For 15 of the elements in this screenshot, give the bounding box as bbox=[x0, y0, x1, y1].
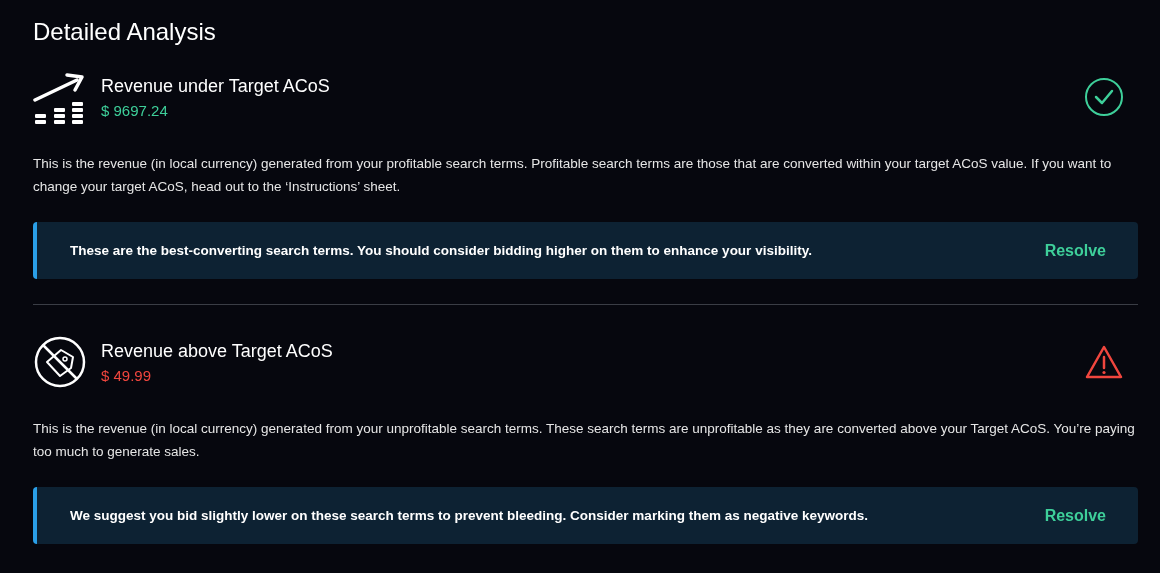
resolve-button[interactable]: Resolve bbox=[1044, 502, 1106, 529]
check-circle-icon bbox=[1084, 77, 1124, 117]
metric-amount: $ 49.99 bbox=[101, 366, 153, 384]
metric-title: Revenue under Target ACoS bbox=[101, 75, 330, 97]
no-tag-icon bbox=[33, 335, 87, 389]
description-text: This is the revenue (in local currency) generated from your profitable search terms. Profitable search terms are those that are converted within your target ACoS value. If you want to change your target ACoS, head out to the ‘Instructions’ sheet. bbox=[33, 155, 1113, 196]
resolve-button[interactable]: Resolve bbox=[1044, 237, 1106, 264]
suggestion-text: These are the best-converting search terms. You should consider bidding higher on them to enhance your visibility. bbox=[70, 243, 812, 258]
warning-icon bbox=[1084, 344, 1124, 380]
suggestion-text: We suggest you bid slightly lower on these search terms to prevent bleeding. Consider marking them as negative keywords. bbox=[70, 508, 868, 523]
growth-chart-icon bbox=[33, 70, 87, 124]
metric-title: Revenue above Target ACoS bbox=[101, 340, 333, 362]
page-title: Detailed Analysis bbox=[33, 18, 217, 46]
description-text: This is the revenue (in local currency) generated from your unprofitable search terms. These search terms are unprofitable as they are converted above your Target ACoS. You’re paying too much to generate sales. bbox=[33, 420, 1136, 461]
metric-amount: $ 9697.24 bbox=[101, 101, 169, 119]
